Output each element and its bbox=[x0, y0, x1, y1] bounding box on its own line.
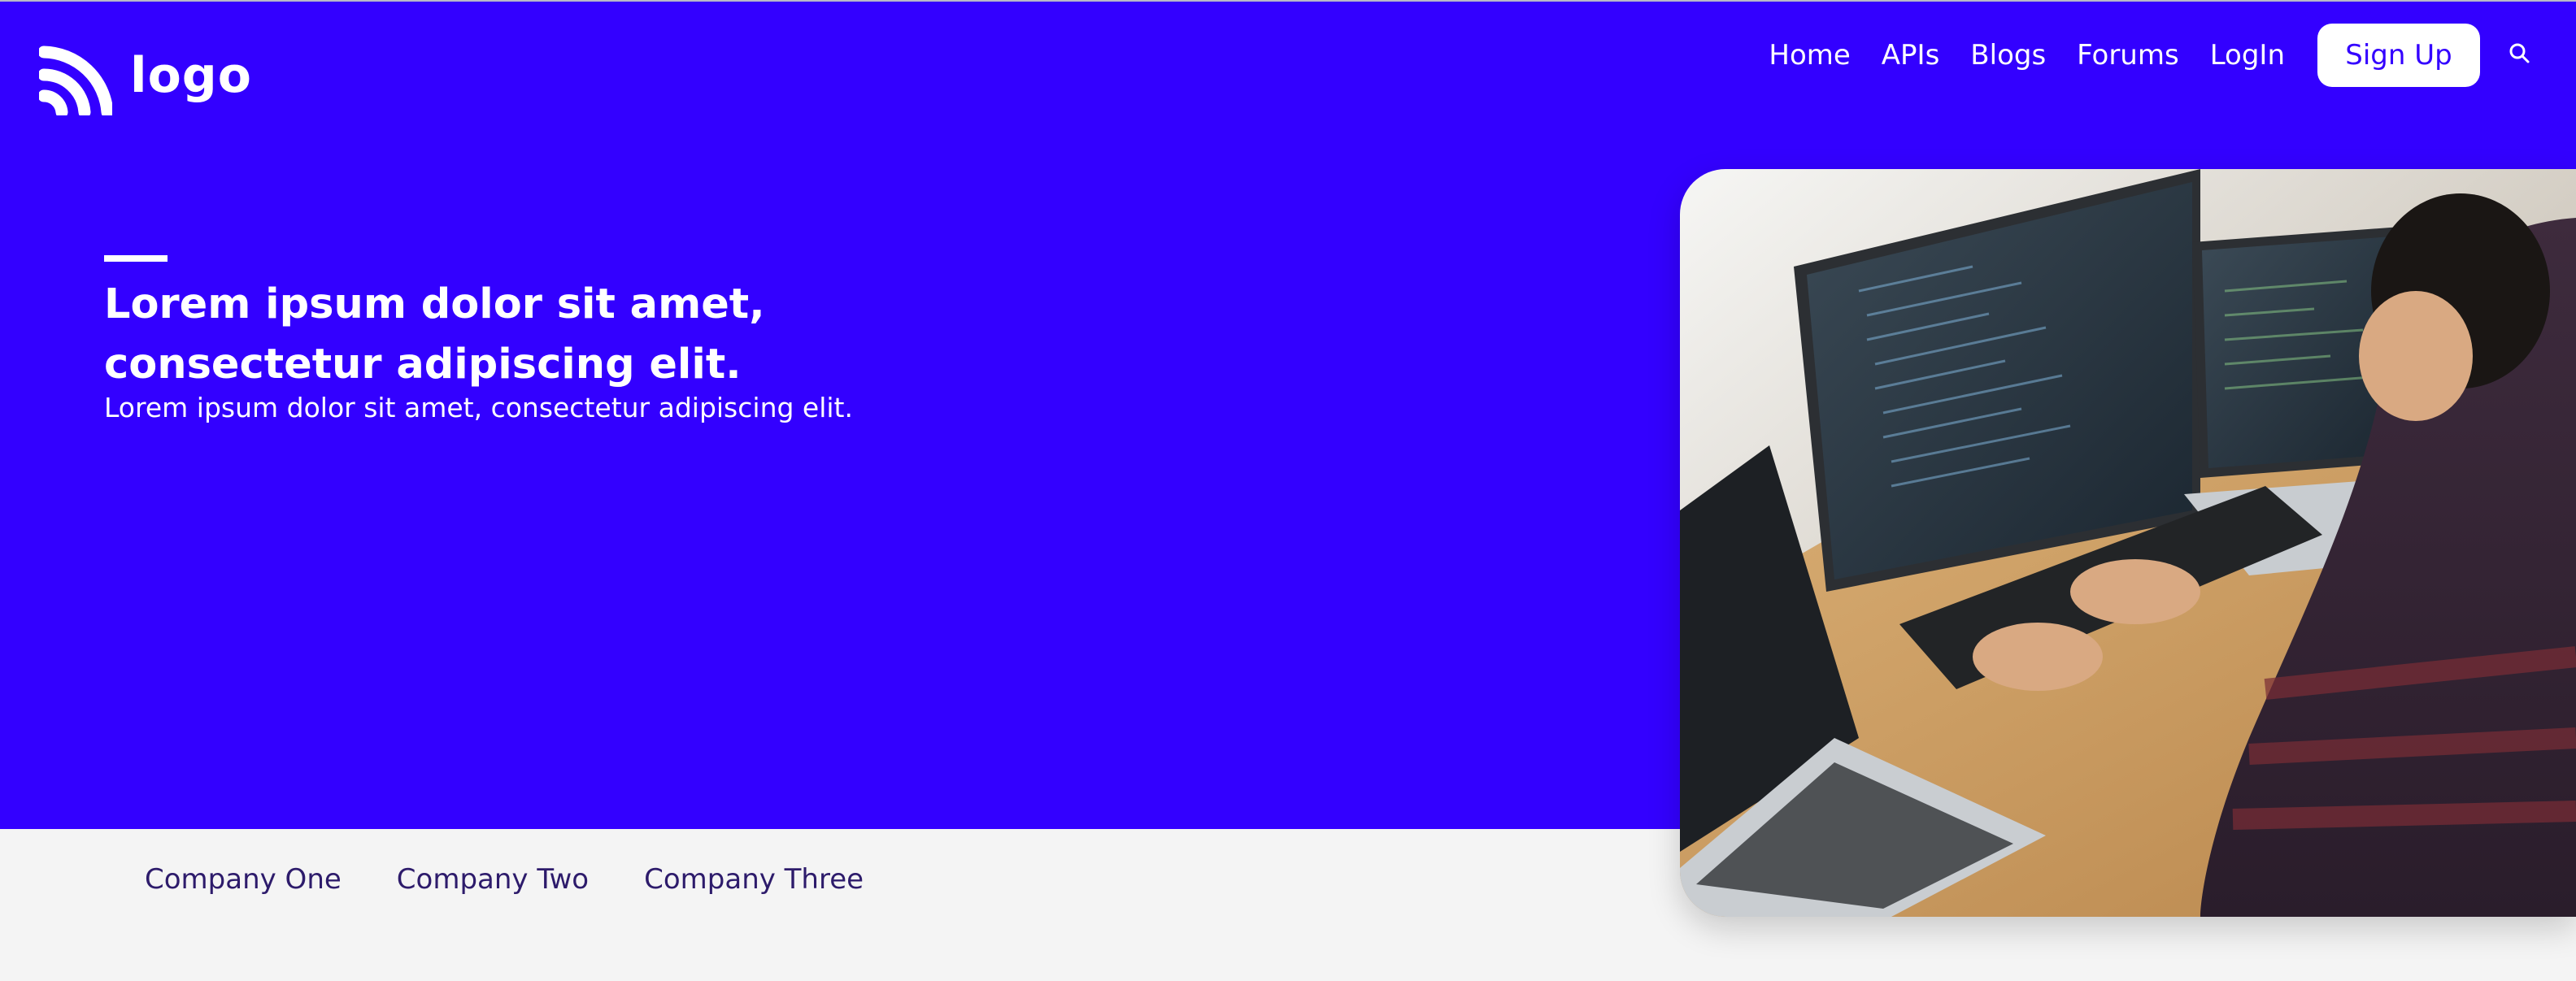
company-three: Company Three bbox=[644, 863, 864, 896]
hero-subtitle: Lorem ipsum dolor sit amet, consectetur … bbox=[104, 392, 853, 423]
signup-button[interactable]: Sign Up bbox=[2317, 24, 2480, 87]
company-list: Company One Company Two Company Three bbox=[145, 863, 864, 896]
company-two: Company Two bbox=[396, 863, 590, 896]
hero-title: Lorem ipsum dolor sit amet, consectetur … bbox=[104, 280, 765, 388]
nav-apis[interactable]: APIs bbox=[1882, 39, 1940, 72]
logo-icon bbox=[39, 46, 112, 115]
nav-blogs[interactable]: Blogs bbox=[1970, 39, 2046, 72]
accent-bar bbox=[104, 255, 168, 262]
nav-forums[interactable]: Forums bbox=[2077, 39, 2179, 72]
main-nav: Home APIs Blogs Forums LogIn Sign Up bbox=[1769, 23, 2480, 88]
logo[interactable]: logo bbox=[39, 42, 252, 115]
nav-home[interactable]: Home bbox=[1769, 39, 1850, 72]
company-one: Company One bbox=[145, 863, 342, 896]
nav-login[interactable]: LogIn bbox=[2210, 39, 2285, 72]
search-icon[interactable] bbox=[2506, 40, 2534, 67]
logo-text: logo bbox=[130, 47, 252, 104]
hero-image bbox=[1680, 169, 2576, 917]
